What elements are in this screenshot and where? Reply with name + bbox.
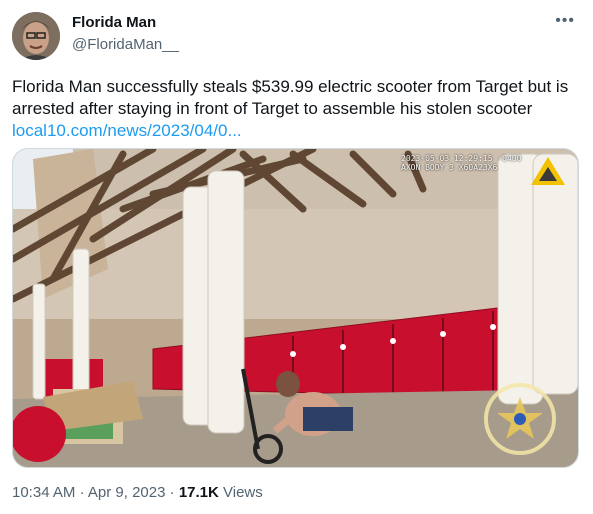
views-count: 17.1K bbox=[178, 484, 219, 501]
meta-separator: · bbox=[169, 484, 179, 501]
camera-device-id: AXON BODY 3 X60A23X6 bbox=[401, 163, 498, 172]
tweet-link[interactable]: local10.com/news/2023/04/0... bbox=[12, 120, 580, 142]
tweet-card: Florida Man @FloridaMan__ ••• Florida Ma… bbox=[0, 0, 593, 514]
tweet-text: Florida Man successfully steals $539.99 … bbox=[12, 77, 569, 118]
meta-separator: · bbox=[79, 484, 88, 501]
views-label: Views bbox=[223, 484, 263, 501]
author-handle[interactable]: @FloridaMan__ bbox=[72, 36, 179, 53]
more-dots-icon[interactable]: ••• bbox=[555, 12, 575, 30]
tweet-meta: 10:34 AM · Apr 9, 2023 · 17.1K Views bbox=[12, 484, 263, 501]
camera-overlay: 2023-05-03 12:29:15 -0400 AXON BODY 3 X6… bbox=[401, 154, 521, 172]
tweet-time[interactable]: 10:34 AM bbox=[12, 484, 75, 501]
camera-timestamp: 2023-05-03 12:29:15 -0400 bbox=[401, 154, 522, 163]
author-name[interactable]: Florida Man bbox=[72, 14, 156, 31]
avatar[interactable] bbox=[12, 12, 60, 60]
tweet-text-block: Florida Man successfully steals $539.99 … bbox=[12, 76, 580, 142]
tweet-date[interactable]: Apr 9, 2023 bbox=[88, 484, 166, 501]
tweet-media[interactable]: 2023-05-03 12:29:15 -0400 AXON BODY 3 X6… bbox=[12, 148, 579, 468]
